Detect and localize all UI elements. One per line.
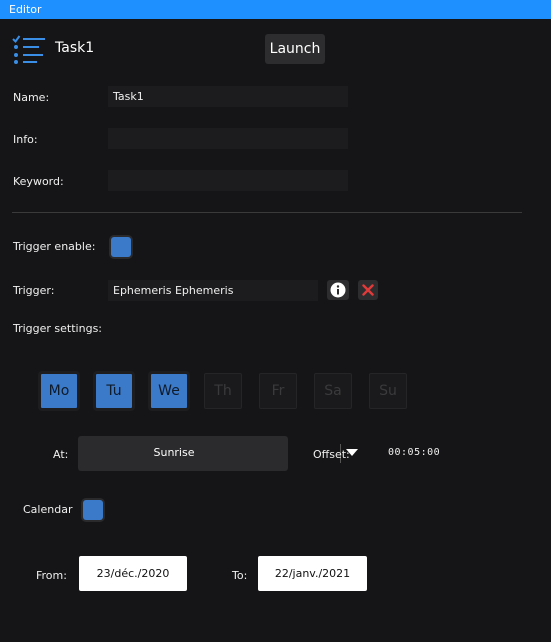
day-toggle-fr[interactable]: Fr — [259, 373, 297, 409]
trigger-enable-label: Trigger enable: — [13, 240, 96, 253]
at-select[interactable]: Sunrise — [78, 436, 358, 471]
offset-time-field[interactable]: 00:05:00 — [388, 447, 440, 458]
trigger-label: Trigger: — [13, 284, 55, 297]
trigger-field[interactable]: Ephemeris Ephemeris — [108, 280, 318, 301]
to-label: To: — [232, 569, 248, 582]
info-icon — [330, 282, 346, 298]
task-title: Task1 — [55, 40, 95, 56]
trigger-enable-checkbox[interactable] — [111, 237, 131, 257]
keyword-label: Keyword: — [13, 175, 64, 188]
title-bar: Editor — [0, 0, 551, 19]
day-toggle-th[interactable]: Th — [204, 373, 242, 409]
close-icon — [362, 284, 374, 296]
info-field[interactable] — [108, 128, 348, 149]
day-toggle-su[interactable]: Su — [369, 373, 407, 409]
at-select-value: Sunrise — [153, 446, 195, 459]
day-toggle-tu[interactable]: Tu — [95, 373, 133, 409]
offset-label: Offset: — [313, 448, 350, 461]
calendar-checkbox[interactable] — [83, 500, 103, 520]
from-date-field[interactable]: 23/déc./2020 — [79, 556, 187, 591]
day-toggle-sa[interactable]: Sa — [314, 373, 352, 409]
info-label: Info: — [13, 133, 38, 146]
day-toggle-we[interactable]: We — [150, 373, 188, 409]
day-toggle-mo[interactable]: Mo — [40, 373, 78, 409]
at-label: At: — [53, 448, 69, 461]
launch-button[interactable]: Launch — [265, 34, 325, 64]
name-field[interactable]: Task1 — [108, 86, 348, 107]
keyword-field[interactable] — [108, 170, 348, 191]
divider — [12, 212, 522, 213]
window-title: Editor — [9, 3, 42, 16]
trigger-info-button[interactable] — [327, 280, 349, 300]
calendar-label: Calendar — [23, 503, 73, 516]
from-label: From: — [36, 569, 67, 582]
to-date-field[interactable]: 22/janv./2021 — [258, 556, 367, 591]
trigger-settings-label: Trigger settings: — [13, 322, 103, 335]
task-list-icon — [12, 34, 46, 64]
trigger-remove-button[interactable] — [358, 280, 378, 300]
name-label: Name: — [13, 91, 50, 104]
